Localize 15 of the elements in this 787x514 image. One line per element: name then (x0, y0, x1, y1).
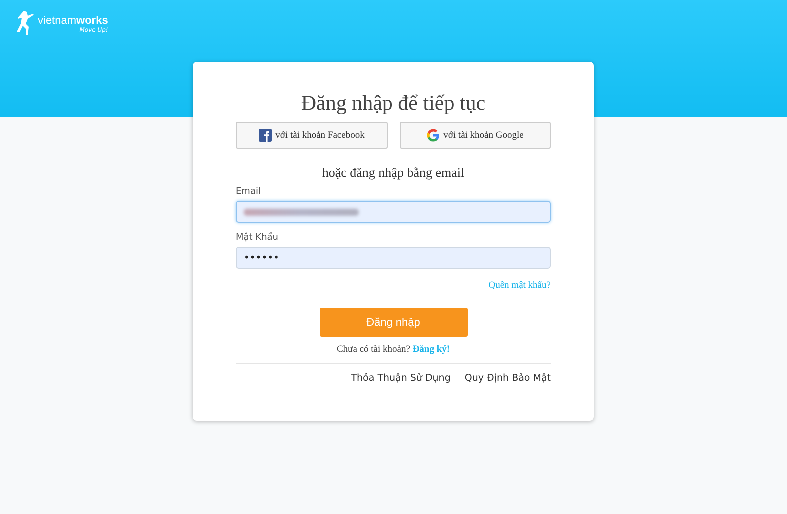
runner-icon (16, 10, 36, 36)
facebook-login-button[interactable]: với tài khoản Facebook (236, 122, 388, 149)
password-field[interactable]: •••••• (236, 247, 551, 269)
footer-link[interactable]: Thỏa Thuận Sử Dụng (351, 373, 451, 384)
google-login-button[interactable]: với tài khoản Google (400, 122, 551, 149)
email-field[interactable] (236, 201, 551, 223)
brand-name: vietnamworks (38, 16, 108, 27)
alternative-text: hoặc đăng nhập bằng email (322, 165, 465, 181)
google-icon (426, 129, 440, 142)
field-label: Mật Khẩu (236, 233, 278, 243)
footer-link[interactable]: Quy Định Bảo Mật (464, 373, 551, 384)
login-title: Đăng nhập để tiếp tục (301, 90, 486, 117)
facebook-icon (258, 129, 272, 142)
signup-prompt: Chưa có tài khoản? Đăng ký! (336, 345, 450, 355)
field-label: Email (236, 187, 261, 197)
